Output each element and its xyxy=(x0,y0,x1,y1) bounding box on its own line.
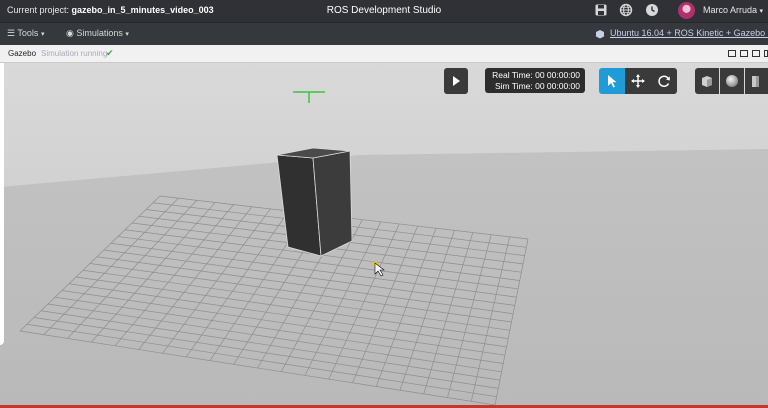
restore-window-icon[interactable] xyxy=(728,50,736,57)
play-button[interactable] xyxy=(444,68,468,94)
hamburger-icon: ☰ xyxy=(7,28,16,38)
user-menu[interactable]: Marco Arruda ▾ xyxy=(703,5,763,15)
sim-time: Sim Time: 00 00:00:00 xyxy=(494,81,580,91)
simulations-menu[interactable]: ◉ Simulations ▾ xyxy=(66,28,129,39)
left-panel-handle[interactable] xyxy=(0,63,4,345)
check-icon: ✔ xyxy=(106,48,114,58)
window-edge-icon[interactable] xyxy=(764,50,768,57)
cylinder-shape-button[interactable] xyxy=(745,68,768,94)
clock-icon[interactable] xyxy=(645,3,659,17)
sphere-shape-button[interactable] xyxy=(720,68,744,94)
maximize-window-icon[interactable] xyxy=(740,50,748,57)
play-circle-icon: ◉ xyxy=(66,28,74,38)
move-icon xyxy=(631,74,645,88)
window-icon[interactable] xyxy=(752,50,760,57)
environment-link[interactable]: Ubuntu 16.04 + ROS Kinetic + Gazebo 7 xyxy=(610,28,768,38)
sphere-icon xyxy=(726,75,738,87)
avatar[interactable] xyxy=(678,2,695,19)
simulation-status: Simulation running xyxy=(41,49,108,58)
rotate-mode-button[interactable] xyxy=(651,68,677,94)
rotate-icon xyxy=(658,75,670,87)
save-icon[interactable] xyxy=(594,3,608,17)
chevron-down-icon: ▾ xyxy=(40,31,45,38)
time-display: Real Time: 00 00:00:00 Sim Time: 00 00:0… xyxy=(485,68,585,93)
translate-mode-button[interactable] xyxy=(625,68,651,94)
chevron-down-icon: ▾ xyxy=(125,31,129,38)
gazebo-3d-viewport[interactable] xyxy=(0,63,768,405)
tools-menu[interactable]: ☰ Tools ▾ xyxy=(7,28,44,39)
select-mode-button[interactable] xyxy=(599,68,625,94)
real-time: Real Time: 00 00:00:00 xyxy=(492,70,580,80)
cylinder-icon xyxy=(752,76,759,87)
gazebo-label: Gazebo xyxy=(8,49,37,58)
user-name: Marco Arruda xyxy=(703,5,758,15)
play-icon xyxy=(453,76,460,86)
cube-icon xyxy=(596,30,604,39)
box-icon xyxy=(702,76,712,87)
gazebo-window-bar: Gazebo Simulation running ✔ xyxy=(0,45,768,63)
tools-label: Tools xyxy=(17,28,39,38)
scene-canvas[interactable] xyxy=(0,63,768,405)
cursor-icon xyxy=(608,75,617,88)
chevron-down-icon: ▾ xyxy=(759,8,764,15)
globe-icon[interactable] xyxy=(619,3,633,17)
top-bar: Current project: gazebo_in_5_minutes_vid… xyxy=(0,0,768,22)
box-shape-button[interactable] xyxy=(695,68,719,94)
box-model[interactable] xyxy=(276,147,353,257)
simulations-label: Simulations xyxy=(76,28,123,38)
menu-bar: ☰ Tools ▾ ◉ Simulations ▾ Ubuntu 16.04 +… xyxy=(0,22,768,45)
